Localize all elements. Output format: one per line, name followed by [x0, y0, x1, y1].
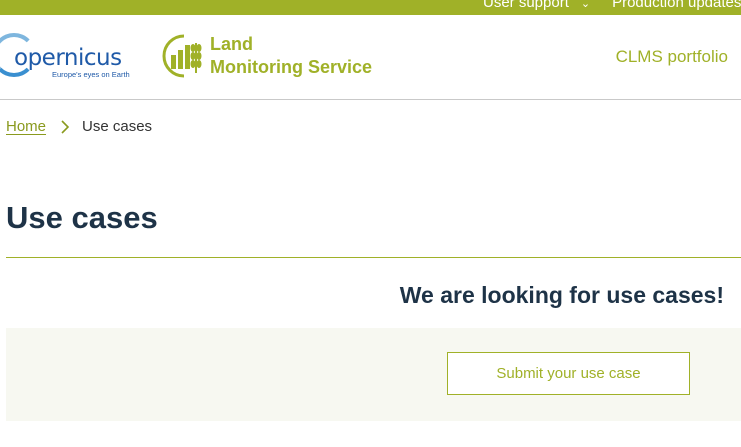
clms-wheat-icon — [162, 34, 202, 78]
clms-logo-line1: Land — [210, 34, 253, 54]
site-header: opernicus Europe's eyes on Earth Land Mo… — [0, 15, 741, 100]
chevron-down-icon: ⌄ — [580, 0, 591, 10]
copernicus-logo[interactable]: opernicus Europe's eyes on Earth — [0, 33, 135, 81]
production-updates-menu[interactable]: Production updates — [612, 0, 741, 11]
cta-heading: We are looking for use cases! — [399, 282, 724, 308]
clms-portfolio-link[interactable]: CLMS portfolio — [616, 47, 728, 67]
breadcrumb-home-link[interactable]: Home — [6, 118, 46, 135]
title-divider — [6, 257, 741, 258]
top-utility-bar: User support ⌄ Production updates — [0, 0, 741, 15]
user-support-menu[interactable]: User support — [483, 0, 569, 11]
clms-logo[interactable]: Land Monitoring Service — [162, 31, 392, 83]
breadcrumb-current: Use cases — [82, 118, 153, 135]
breadcrumb: Home Use cases — [6, 118, 152, 135]
copernicus-tagline: Europe's eyes on Earth — [52, 70, 130, 79]
topbar-menu: User support ⌄ Production updates — [483, 0, 741, 11]
clms-logo-text: Land Monitoring Service — [210, 33, 372, 79]
submit-use-case-button[interactable]: Submit your use case — [447, 352, 690, 395]
cta-panel: Submit your use case — [6, 328, 741, 421]
breadcrumb-chevron-icon — [61, 119, 70, 134]
copernicus-wordmark: opernicus — [14, 45, 122, 71]
page-title: Use cases — [6, 200, 158, 235]
clms-logo-line2: Monitoring Service — [210, 57, 373, 77]
